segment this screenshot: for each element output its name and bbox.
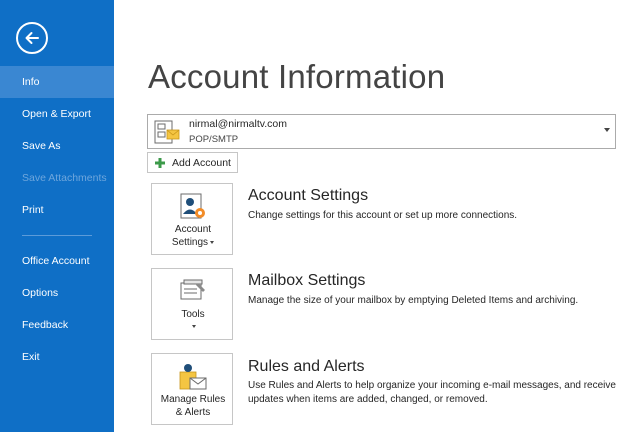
- mailbox-settings-title: Mailbox Settings: [248, 272, 366, 289]
- nav-item-save-attachments: Save Attachments: [22, 172, 107, 184]
- add-account-button[interactable]: Add Account: [147, 152, 238, 173]
- nav-divider: [22, 235, 92, 236]
- chevron-down-icon[interactable]: [604, 128, 610, 132]
- mailbox-tools-icon: [180, 279, 205, 300]
- mailbox-settings-description: Manage the size of your mailbox by empty…: [248, 295, 579, 306]
- nav-item-office-account[interactable]: Office Account: [0, 245, 114, 277]
- nav-item-print[interactable]: Print: [0, 194, 114, 226]
- account-settings-label-line1: Account: [174, 224, 212, 235]
- nav-item-info[interactable]: Info: [0, 66, 114, 98]
- account-settings-button[interactable]: Account Settings: [151, 183, 233, 255]
- caret-down-icon: [210, 240, 215, 244]
- rules-alerts-title: Rules and Alerts: [248, 358, 365, 375]
- account-email: nirmal@nirmaltv.com: [189, 118, 287, 130]
- nav-item-feedback[interactable]: Feedback: [0, 309, 114, 341]
- account-settings-icon: [180, 193, 205, 219]
- page-title: Account Information: [148, 58, 446, 95]
- account-type: POP/SMTP: [189, 134, 239, 145]
- account-settings-label-line2: Settings: [152, 237, 234, 249]
- account-icon: [154, 120, 180, 144]
- add-account-label: Add Account: [172, 156, 231, 169]
- account-settings-description: Change settings for this account or set …: [248, 210, 518, 221]
- plus-icon: [155, 157, 165, 168]
- account-selector[interactable]: nirmal@nirmaltv.com POP/SMTP: [147, 114, 616, 149]
- back-arrow-icon: [25, 32, 39, 44]
- nav-item-save-as[interactable]: Save As: [0, 130, 114, 162]
- nav-item-open-export[interactable]: Open & Export: [0, 98, 114, 130]
- manage-rules-label-line2: & Alerts: [175, 407, 211, 418]
- rules-alerts-description: Use Rules and Alerts to help organize yo…: [248, 380, 616, 405]
- manage-rules-label-line1: Manage Rules: [160, 394, 226, 405]
- account-settings-title: Account Settings: [248, 187, 369, 204]
- caret-down-icon: [192, 324, 196, 328]
- manage-rules-alerts-button[interactable]: Manage Rules & Alerts: [151, 353, 233, 425]
- nav-item-exit[interactable]: Exit: [0, 341, 114, 373]
- tools-button[interactable]: Tools: [151, 268, 233, 340]
- nav-item-options[interactable]: Options: [0, 277, 114, 309]
- rules-alerts-icon: [179, 364, 207, 390]
- backstage-sidebar: Info Open & Export Save As Save Attachme…: [0, 0, 114, 432]
- back-button[interactable]: [16, 22, 48, 54]
- tools-label: Tools: [152, 309, 234, 333]
